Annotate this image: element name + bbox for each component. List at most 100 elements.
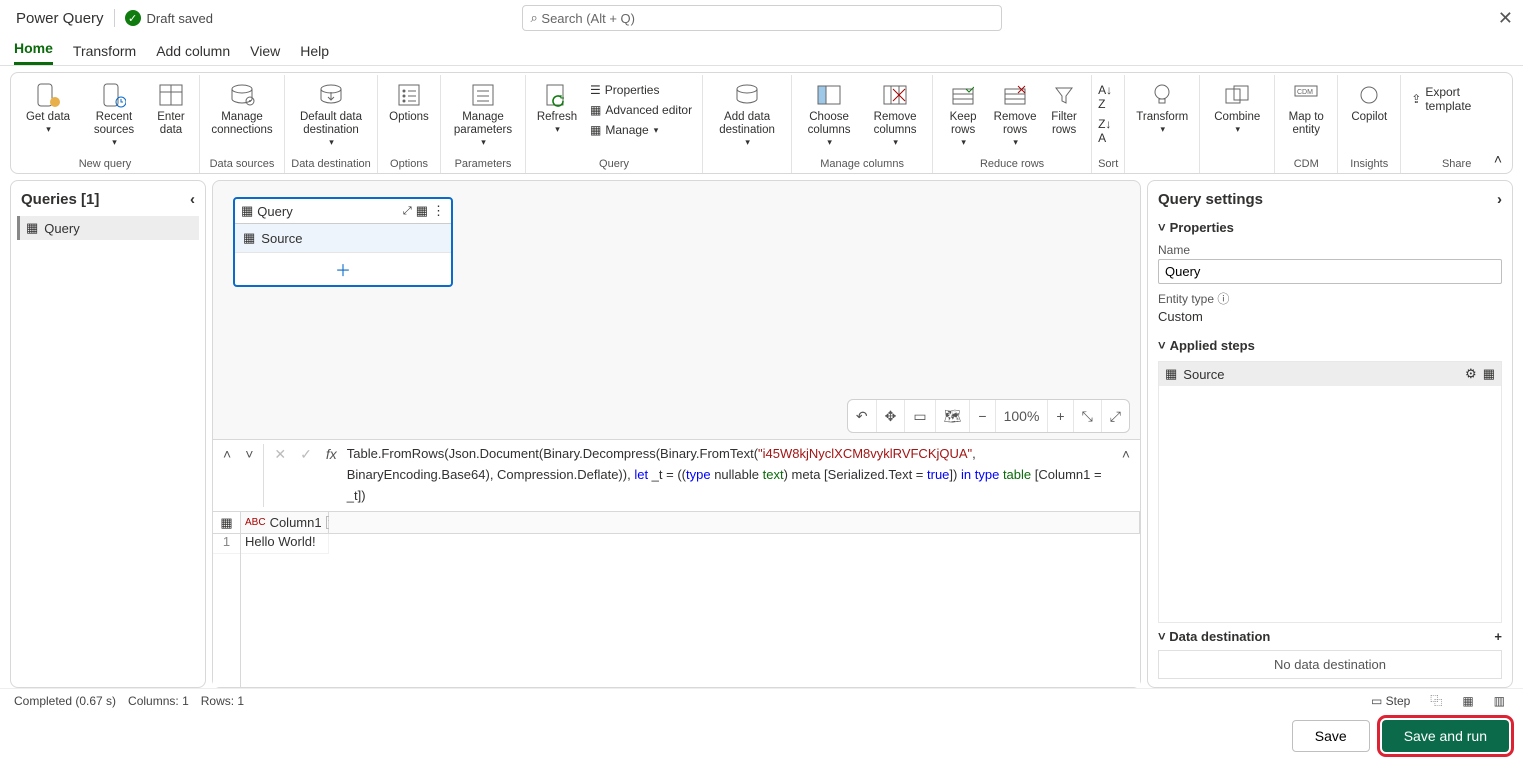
chevron-down-icon: ˅	[1158, 629, 1166, 644]
search-placeholder: Search (Alt + Q)	[541, 11, 635, 26]
query-diagram-box[interactable]: ▦ Query ⤢ ▦ ⋮ ▦ Source ＋	[233, 197, 453, 287]
expand-settings-icon[interactable]: ›	[1497, 191, 1502, 208]
schema-view-icon[interactable]: ▥	[1490, 694, 1509, 708]
save-button[interactable]: Save	[1292, 720, 1370, 752]
close-icon[interactable]: ✕	[1498, 8, 1513, 29]
data-destination-header[interactable]: Data destination	[1169, 629, 1270, 644]
expand-formula-icon[interactable]: ˄	[1118, 444, 1134, 464]
query-list-item[interactable]: ▦ Query	[17, 216, 199, 240]
cell[interactable]: Hello World!	[241, 534, 329, 554]
step-button[interactable]: ▭ Step	[1367, 694, 1414, 708]
properties-header[interactable]: ˅Properties	[1158, 216, 1502, 239]
fit-icon[interactable]: ▭	[905, 400, 935, 432]
group-label: CDM	[1281, 156, 1331, 171]
expand-icon[interactable]: ⤢	[403, 205, 412, 218]
tab-help[interactable]: Help	[300, 43, 329, 65]
table-icon: ▦	[590, 123, 601, 137]
entity-type-label: Entity type	[1158, 292, 1214, 306]
tab-view[interactable]: View	[250, 43, 280, 65]
step-menu-icon[interactable]: ▦	[1483, 366, 1495, 382]
diagram-area[interactable]: ▦ Query ⤢ ▦ ⋮ ▦ Source ＋ ↶ ✥ ▭ 🗺 −	[213, 181, 1140, 439]
group-label: Data destination	[291, 156, 371, 171]
copilot-button[interactable]: Copilot	[1344, 79, 1394, 126]
info-icon[interactable]: ⓘ	[1217, 292, 1229, 306]
keep-rows-button[interactable]: Keep rows▾	[939, 79, 987, 150]
get-data-button[interactable]: Get data▾	[17, 79, 79, 137]
collapse-diagram-icon[interactable]: ⤡	[1074, 400, 1102, 432]
add-destination-icon[interactable]: +	[1494, 629, 1502, 644]
more-icon[interactable]: ⋮	[432, 203, 445, 219]
manage-parameters-button[interactable]: Manage parameters▾	[447, 79, 519, 150]
table-icon: ▦	[243, 230, 255, 246]
advanced-editor-button[interactable]: ▦Advanced editor	[586, 101, 696, 119]
collapse-ribbon-icon[interactable]: ˄	[1494, 151, 1502, 167]
add-step-button[interactable]: ＋	[235, 252, 451, 285]
data-grid[interactable]: ▦ 1 ABC Column1 ▾ Hello World!	[213, 511, 1140, 687]
fx-icon[interactable]: fx	[322, 444, 341, 464]
app-title: Power Query	[8, 10, 104, 27]
step-label: Source	[261, 231, 302, 246]
choose-columns-button[interactable]: Choose columns▾	[798, 79, 860, 150]
query-step-source[interactable]: ▦ Source	[235, 224, 451, 252]
map-to-entity-button[interactable]: CDMMap to entity	[1281, 79, 1331, 139]
filter-rows-button[interactable]: Filter rows	[1043, 79, 1085, 139]
diagram-view-icon[interactable]: ⿻	[1426, 692, 1446, 709]
group-label	[709, 156, 785, 171]
recent-sources-button[interactable]: Recent sources▾	[83, 79, 145, 150]
table-icon: ▦	[26, 220, 38, 236]
step-fwd-icon[interactable]: ˅	[241, 444, 257, 464]
sort-desc-button[interactable]: Z↓A	[1098, 117, 1111, 145]
refresh-button[interactable]: Refresh▾	[532, 79, 582, 137]
status-text: Draft saved	[147, 11, 213, 26]
column-name: Column1	[270, 515, 322, 530]
step-back-icon[interactable]: ˄	[219, 444, 235, 464]
enter-data-button[interactable]: Enter data	[149, 79, 193, 139]
column-header[interactable]: ABC Column1 ▾	[241, 512, 329, 534]
formula-text[interactable]: Table.FromRows(Json.Document(Binary.Deco…	[347, 444, 1112, 507]
default-destination-button[interactable]: Default data destination▾	[291, 79, 371, 150]
remove-columns-button[interactable]: Remove columns▾	[864, 79, 926, 150]
minimap-icon[interactable]: 🗺	[936, 400, 971, 432]
undo-icon[interactable]: ↶	[848, 400, 877, 432]
manage-connections-button[interactable]: Manage connections	[206, 79, 278, 139]
actions-icon[interactable]: ▦	[416, 203, 428, 219]
collapse-queries-icon[interactable]: ‹	[190, 191, 195, 208]
applied-steps-header[interactable]: ˅Applied steps	[1158, 334, 1502, 357]
add-data-destination-button[interactable]: Add data destination▾	[709, 79, 785, 150]
table-icon[interactable]: ▦	[213, 512, 240, 534]
database-icon	[34, 81, 62, 109]
cdm-icon: CDM	[1292, 81, 1320, 109]
tab-home[interactable]: Home	[14, 40, 53, 65]
refresh-icon	[543, 81, 571, 109]
properties-button[interactable]: ☰Properties	[586, 81, 696, 99]
fullscreen-icon[interactable]: ⤢	[1102, 400, 1129, 432]
zoom-out-button[interactable]: −	[970, 400, 995, 432]
export-template-button[interactable]: ⇪Export template	[1407, 79, 1506, 115]
options-button[interactable]: Options	[384, 79, 434, 126]
type-icon[interactable]: ABC	[245, 517, 266, 528]
gear-icon[interactable]: ⚙	[1465, 366, 1477, 382]
cancel-icon[interactable]: ✕	[270, 444, 290, 465]
query-name-input[interactable]	[1158, 259, 1502, 284]
pan-icon[interactable]: ✥	[877, 400, 906, 432]
group-label: Reduce rows	[939, 156, 1085, 171]
destination-icon	[317, 81, 345, 109]
search-input[interactable]: ⌕ Search (Alt + Q)	[522, 5, 1002, 31]
group-label: Insights	[1344, 156, 1394, 171]
table-view-icon[interactable]: ▦	[1458, 694, 1477, 708]
transform-button[interactable]: Transform▾	[1131, 79, 1193, 137]
zoom-in-button[interactable]: +	[1048, 400, 1073, 432]
tab-transform[interactable]: Transform	[73, 43, 136, 65]
sort-asc-button[interactable]: A↓Z	[1098, 83, 1112, 111]
save-and-run-button[interactable]: Save and run	[1382, 720, 1509, 752]
queries-pane: Queries [1]‹ ▦ Query	[10, 180, 206, 688]
combine-button[interactable]: Combine▾	[1206, 79, 1268, 137]
manage-query-button[interactable]: ▦Manage▾	[586, 121, 696, 139]
remove-rows-button[interactable]: Remove rows▾	[991, 79, 1039, 150]
draft-status: ✓ Draft saved	[125, 10, 213, 26]
applied-step-source[interactable]: ▦ Source ⚙ ▦	[1159, 362, 1501, 386]
tab-add-column[interactable]: Add column	[156, 43, 230, 65]
remove-columns-icon	[881, 81, 909, 109]
commit-icon[interactable]: ✓	[296, 444, 316, 465]
step-name: Source	[1183, 367, 1224, 382]
